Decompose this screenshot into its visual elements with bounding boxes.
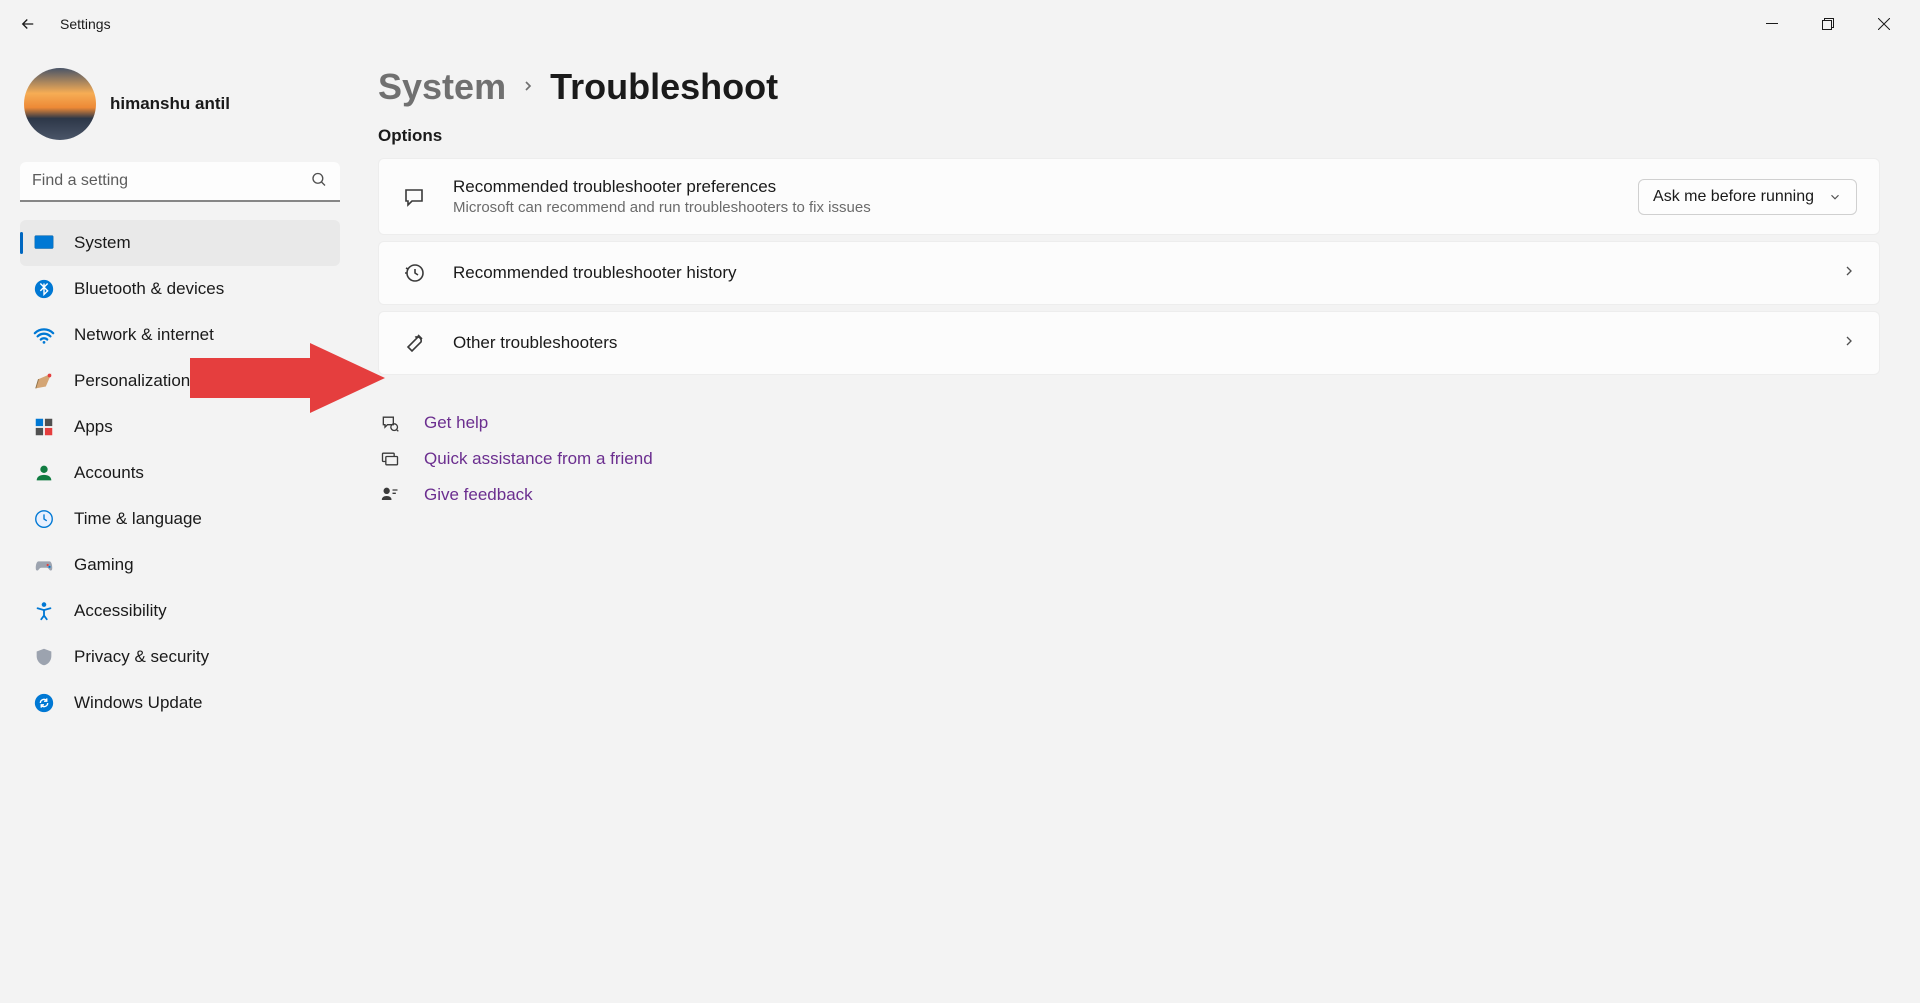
card-body: Recommended troubleshooter preferences M… xyxy=(453,177,1612,216)
user-profile[interactable]: himanshu antil xyxy=(20,60,352,158)
card-other-troubleshooters[interactable]: Other troubleshooters xyxy=(378,311,1880,375)
back-arrow-icon xyxy=(19,15,37,33)
back-button[interactable] xyxy=(8,4,48,44)
help-link-label: Get help xyxy=(424,413,488,433)
sidebar-item-personalization[interactable]: Personalization xyxy=(20,358,340,404)
sidebar-item-label: Time & language xyxy=(74,509,202,529)
sidebar: himanshu antil System Bluetooth & device… xyxy=(0,48,360,1003)
gaming-icon xyxy=(32,553,56,577)
get-help-link[interactable]: Get help xyxy=(378,405,1880,441)
history-icon xyxy=(401,260,427,286)
quick-assist-link[interactable]: Quick assistance from a friend xyxy=(378,441,1880,477)
sidebar-item-label: Network & internet xyxy=(74,325,214,345)
minimize-icon xyxy=(1766,18,1778,30)
apps-icon xyxy=(32,415,56,439)
card-body: Other troubleshooters xyxy=(453,333,1815,353)
sidebar-item-label: Gaming xyxy=(74,555,134,575)
help-icon xyxy=(378,413,402,433)
bluetooth-icon xyxy=(32,277,56,301)
chevron-right-icon xyxy=(1841,333,1857,354)
chat-icon xyxy=(401,184,427,210)
sidebar-item-label: Accessibility xyxy=(74,601,167,621)
sidebar-item-privacy[interactable]: Privacy & security xyxy=(20,634,340,680)
accessibility-icon xyxy=(32,599,56,623)
nav-list: System Bluetooth & devices Network & int… xyxy=(20,220,352,726)
sidebar-item-accessibility[interactable]: Accessibility xyxy=(20,588,340,634)
feedback-icon xyxy=(378,485,402,505)
help-link-label: Give feedback xyxy=(424,485,533,505)
card-recommended-preferences[interactable]: Recommended troubleshooter preferences M… xyxy=(378,158,1880,235)
help-link-label: Quick assistance from a friend xyxy=(424,449,653,469)
privacy-icon xyxy=(32,645,56,669)
sidebar-item-label: Privacy & security xyxy=(74,647,209,667)
chevron-right-icon xyxy=(1841,263,1857,284)
titlebar: Settings xyxy=(0,0,1920,48)
sidebar-item-label: Bluetooth & devices xyxy=(74,279,224,299)
dropdown-value: Ask me before running xyxy=(1653,188,1814,206)
sidebar-item-gaming[interactable]: Gaming xyxy=(20,542,340,588)
user-name: himanshu antil xyxy=(110,94,230,114)
search-input[interactable] xyxy=(20,162,340,202)
sidebar-item-network[interactable]: Network & internet xyxy=(20,312,340,358)
close-icon xyxy=(1878,18,1890,30)
search-wrap xyxy=(20,162,340,202)
maximize-icon xyxy=(1822,18,1834,30)
minimize-button[interactable] xyxy=(1744,8,1800,40)
card-title: Recommended troubleshooter history xyxy=(453,263,1815,283)
card-title: Recommended troubleshooter preferences xyxy=(453,177,1612,197)
maximize-button[interactable] xyxy=(1800,8,1856,40)
windows-update-icon xyxy=(32,691,56,715)
breadcrumb-parent[interactable]: System xyxy=(378,66,506,108)
close-button[interactable] xyxy=(1856,8,1912,40)
network-icon xyxy=(32,323,56,347)
sidebar-item-label: Windows Update xyxy=(74,693,203,713)
preferences-dropdown[interactable]: Ask me before running xyxy=(1638,179,1857,215)
personalization-icon xyxy=(32,369,56,393)
wrench-icon xyxy=(401,330,427,356)
sidebar-item-label: System xyxy=(74,233,131,253)
avatar xyxy=(24,68,96,140)
card-troubleshooter-history[interactable]: Recommended troubleshooter history xyxy=(378,241,1880,305)
give-feedback-link[interactable]: Give feedback xyxy=(378,477,1880,513)
sidebar-item-apps[interactable]: Apps xyxy=(20,404,340,450)
breadcrumb: System Troubleshoot xyxy=(378,66,1880,108)
quick-assist-icon xyxy=(378,449,402,469)
time-language-icon xyxy=(32,507,56,531)
sidebar-item-label: Apps xyxy=(74,417,113,437)
chevron-right-icon xyxy=(520,73,536,101)
sidebar-item-time-language[interactable]: Time & language xyxy=(20,496,340,542)
sidebar-item-label: Accounts xyxy=(74,463,144,483)
card-title: Other troubleshooters xyxy=(453,333,1815,353)
section-label: Options xyxy=(378,126,1880,146)
help-links: Get help Quick assistance from a friend … xyxy=(378,405,1880,513)
card-subtitle: Microsoft can recommend and run troubles… xyxy=(453,199,1612,216)
sidebar-item-label: Personalization xyxy=(74,371,190,391)
sidebar-item-system[interactable]: System xyxy=(20,220,340,266)
accounts-icon xyxy=(32,461,56,485)
window-controls xyxy=(1744,8,1912,40)
sidebar-item-windows-update[interactable]: Windows Update xyxy=(20,680,340,726)
chevron-down-icon xyxy=(1828,190,1842,204)
breadcrumb-current: Troubleshoot xyxy=(550,66,778,108)
sidebar-item-accounts[interactable]: Accounts xyxy=(20,450,340,496)
system-icon xyxy=(32,231,56,255)
sidebar-item-bluetooth[interactable]: Bluetooth & devices xyxy=(20,266,340,312)
app-title: Settings xyxy=(60,16,111,32)
main-content: System Troubleshoot Options Recommended … xyxy=(360,48,1920,1003)
card-body: Recommended troubleshooter history xyxy=(453,263,1815,283)
